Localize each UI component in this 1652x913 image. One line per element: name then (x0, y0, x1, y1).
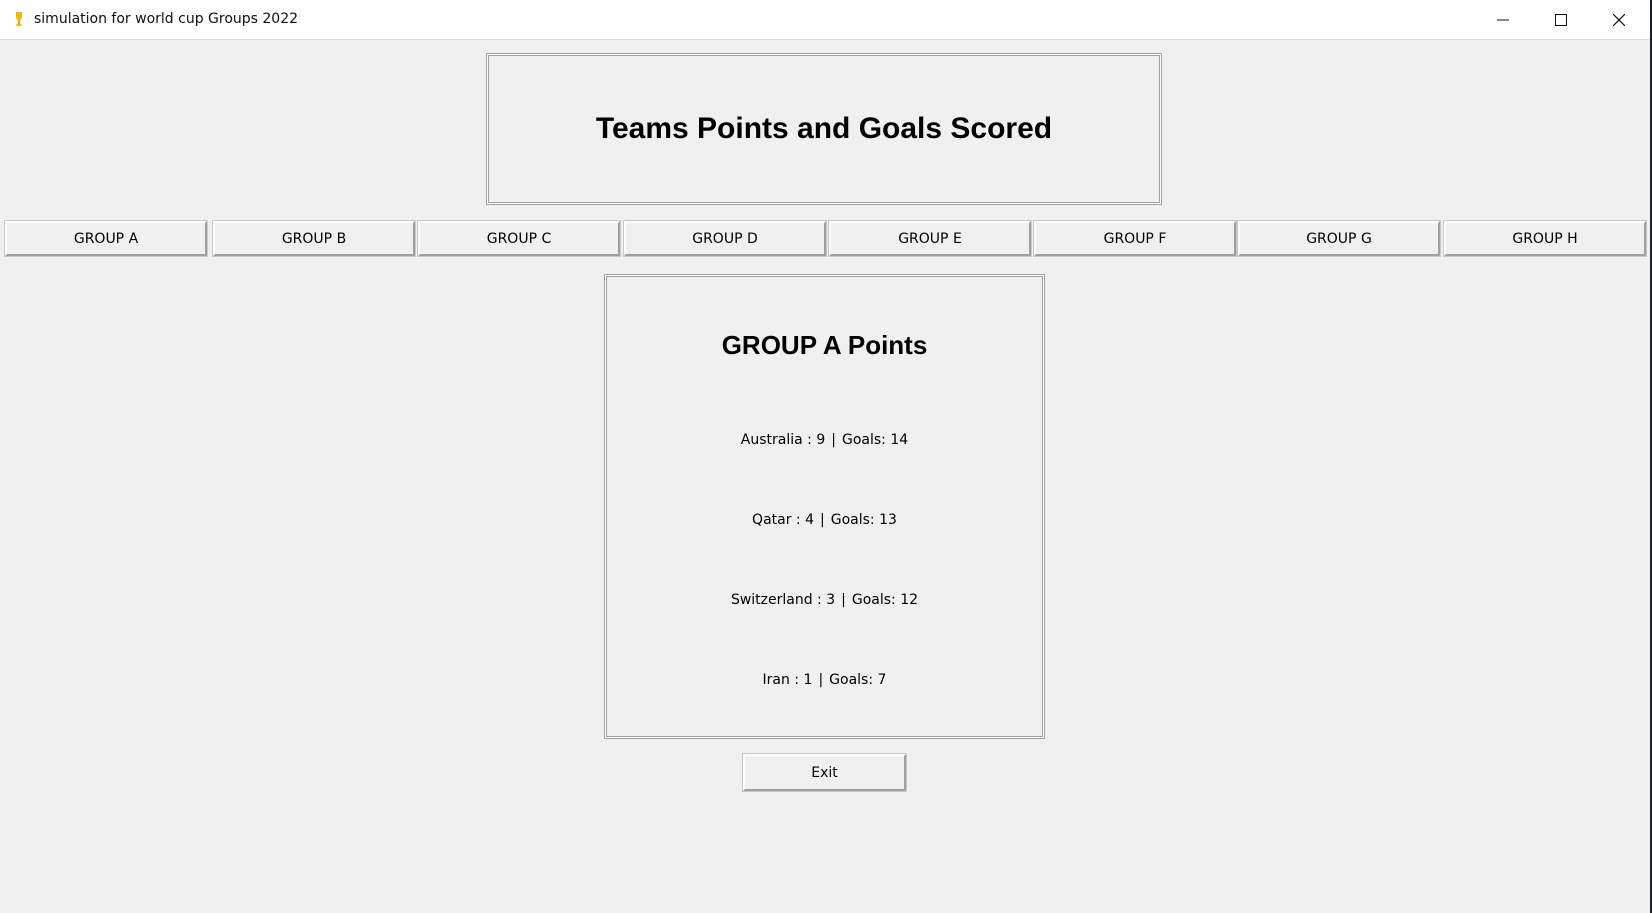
team-row-australia: Australia : 9 | Goals: 14 (740, 432, 909, 448)
team-goals: 12 (900, 592, 919, 608)
window-title: simulation for world cup Groups 2022 (34, 11, 299, 27)
group-c-button[interactable]: GROUP C (417, 220, 621, 257)
close-button[interactable] (1590, 0, 1648, 40)
team-row-iran: Iran : 1 | Goals: 7 (762, 672, 887, 688)
trophy-icon (12, 10, 26, 30)
separator: | (818, 672, 824, 688)
team-goals: 13 (879, 512, 897, 528)
goals-label: Goals: (829, 672, 874, 688)
separator: | (841, 592, 846, 608)
points-title: GROUP A Points (721, 330, 928, 360)
header-frame: Teams Points and Goals Scored (486, 53, 1162, 205)
team-name: Iran (762, 672, 790, 688)
group-h-button[interactable]: GROUP H (1443, 220, 1647, 257)
exit-button[interactable]: Exit (742, 753, 907, 792)
separator: | (831, 432, 836, 448)
team-goals: 7 (877, 672, 887, 688)
close-icon (1613, 14, 1625, 26)
team-points: 9 (816, 432, 826, 448)
maximize-icon (1555, 14, 1567, 26)
group-f-button[interactable]: GROUP F (1033, 220, 1237, 257)
team-points: 4 (805, 512, 815, 528)
team-row-qatar: Qatar : 4 | Goals: 13 (752, 512, 897, 528)
header-title: Teams Points and Goals Scored (595, 112, 1053, 145)
goals-label: Goals: (830, 512, 875, 528)
app-window: simulation for world cup Groups 2022 Tea… (0, 0, 1652, 913)
team-row-switzerland: Switzerland : 3 | Goals: 12 (730, 592, 919, 608)
group-d-button[interactable]: GROUP D (623, 220, 827, 257)
goals-label: Goals: (842, 432, 886, 448)
team-points: 3 (826, 592, 836, 608)
goals-label: Goals: (851, 592, 896, 608)
team-goals: 14 (890, 432, 909, 448)
maximize-button[interactable] (1532, 0, 1590, 40)
team-name: Australia (740, 432, 803, 448)
team-name: Switzerland (730, 592, 813, 608)
minimize-icon (1497, 19, 1509, 21)
group-b-button[interactable]: GROUP B (212, 220, 416, 257)
group-a-button[interactable]: GROUP A (4, 220, 208, 257)
points-panel: GROUP A Points Australia : 9 | Goals: 14 Q… (604, 274, 1045, 739)
group-e-button[interactable]: GROUP E (828, 220, 1032, 257)
title-bar[interactable]: simulation for world cup Groups 2022 (0, 0, 1652, 40)
minimize-button[interactable] (1474, 0, 1532, 40)
group-g-button[interactable]: GROUP G (1237, 220, 1441, 257)
separator: | (820, 512, 825, 528)
team-name: Qatar (752, 512, 792, 528)
